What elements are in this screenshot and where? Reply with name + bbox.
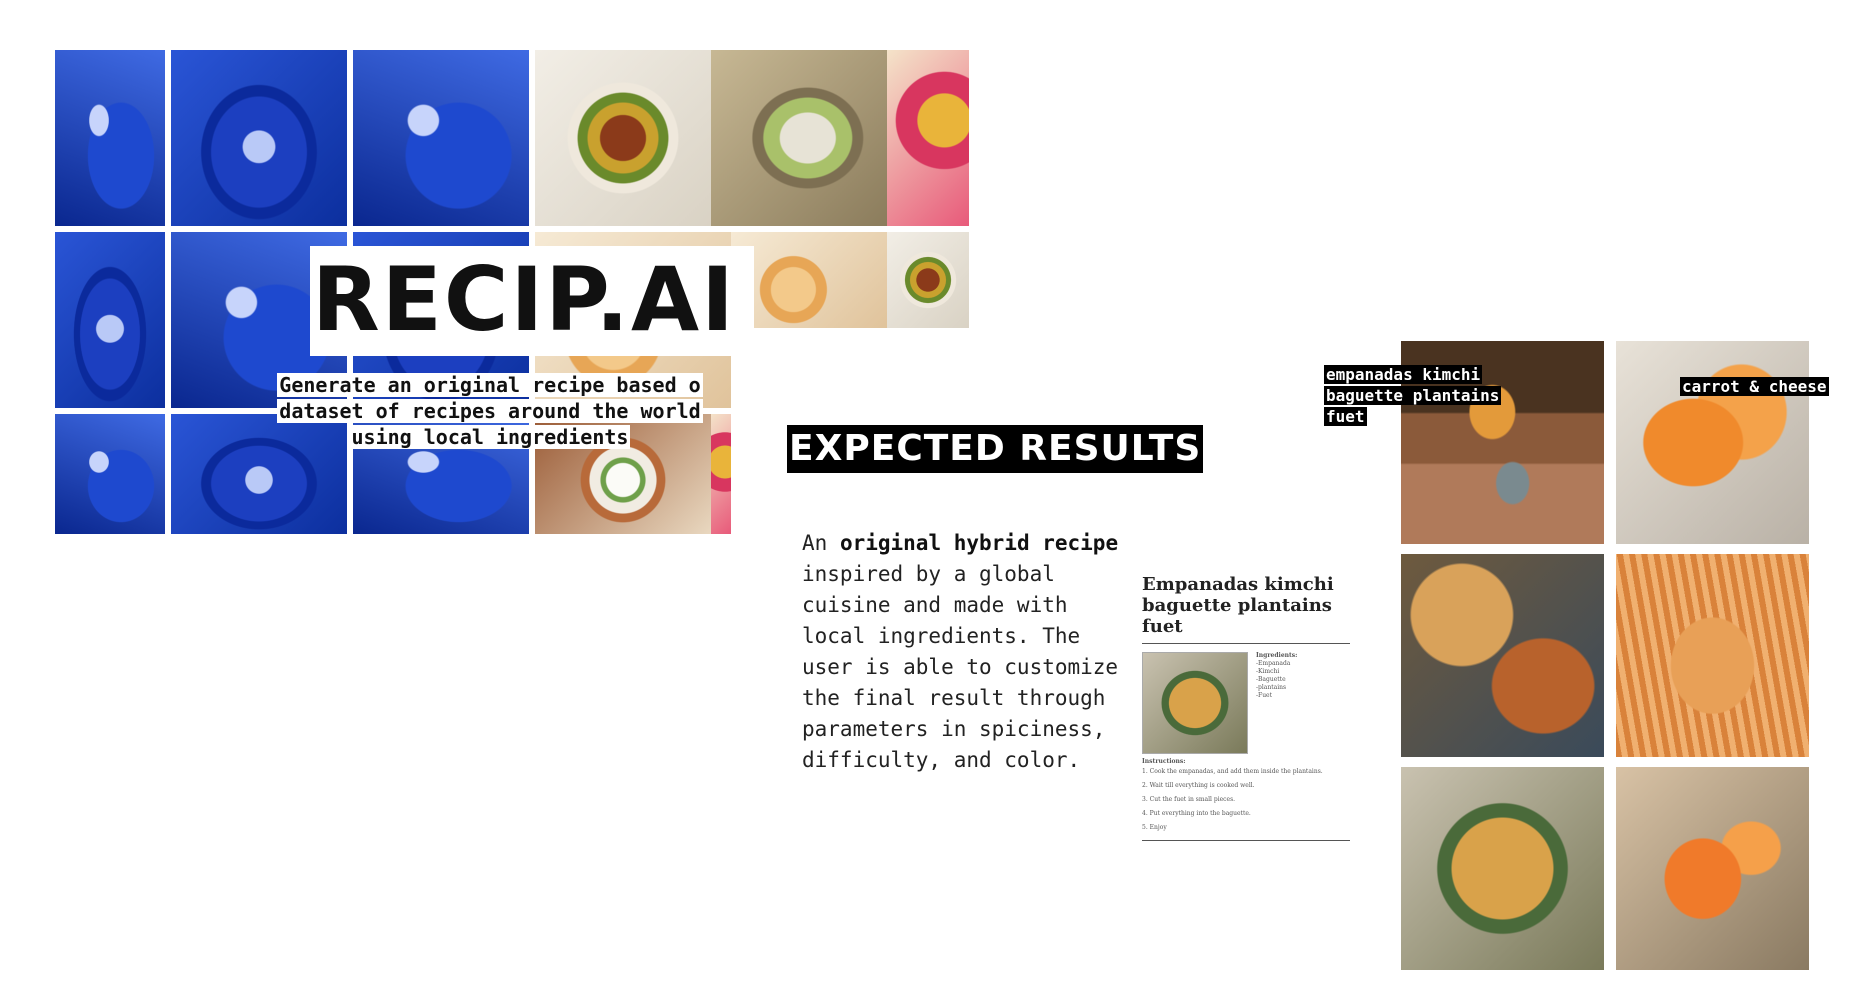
recipe-card-photo [1142,652,1248,754]
divider [1142,840,1350,841]
subtitle-line: using local ingredients [349,425,631,449]
result-label-right: carrot & cheese [1680,376,1829,397]
description-text: An original hybrid recipe inspired by a … [802,528,1132,776]
ingredient-item: -plantains [1256,684,1287,691]
food-photo-tile [55,414,165,534]
food-photo-tile [55,232,165,408]
ingredients-heading: Ingredients: [1256,652,1298,659]
ingredient-item: -Baguette [1256,676,1286,683]
instruction-step: 1. Cook the empanadas, and add them insi… [1142,768,1323,775]
food-photo-tile [731,232,887,328]
instruction-step: 5. Enjoy [1142,824,1167,831]
section-heading: EXPECTED RESULTS [787,425,1204,473]
subtitle-line: dataset of recipes around the world [277,399,703,423]
label-line: fuet [1324,407,1367,426]
result-photo [1401,554,1604,757]
subtitle-line: Generate an original recipe based o [277,373,703,397]
description-part: inspired by a global cuisine and made wi… [802,562,1119,772]
food-photo-tile [55,50,165,226]
instructions-heading: Instructions: [1142,758,1186,765]
ingredient-item: -Fuet [1256,692,1273,699]
label-line: baguette plantains [1324,386,1502,405]
recipe-card-title: Empanadas kimchi baguette plantains fuet [1142,574,1334,637]
instructions: Instructions: 1. Cook the empanadas, and… [1142,758,1350,832]
ingredient-item: -Kimchi [1256,668,1280,675]
food-photo-tile [535,50,711,226]
hero-subtitle: Generate an original recipe based o data… [240,372,740,450]
description-bold: original hybrid recipe [839,531,1119,555]
food-photo-tile [171,50,347,226]
food-photo-tile [887,232,969,328]
label-line: carrot & cheese [1680,377,1829,396]
ingredient-item: -Empanada [1256,660,1291,667]
result-photo [1616,341,1809,544]
instruction-step: 4. Put everything into the baguette. [1142,810,1251,817]
result-label-left: empanadas kimchi baguette plantains fuet [1324,364,1502,427]
instruction-step: 3. Cut the fuet in small pieces. [1142,796,1236,803]
label-line: empanadas kimchi [1324,365,1483,384]
result-photo [1616,554,1809,757]
result-photo [1616,767,1809,970]
food-photo-tile [711,50,887,226]
food-photo-tile [353,50,529,226]
divider [1142,643,1350,644]
result-photo [1401,767,1604,970]
recipe-card: Empanadas kimchi baguette plantains fuet… [1142,574,1350,841]
instruction-step: 2. Wait till everything is cooked well. [1142,782,1255,789]
food-photo-tile [887,50,969,226]
ingredients-list: Ingredients: -Empanada -Kimchi -Baguette… [1256,652,1297,754]
hero-title: RECIP.AI [312,248,736,351]
description-part: An [802,531,840,555]
